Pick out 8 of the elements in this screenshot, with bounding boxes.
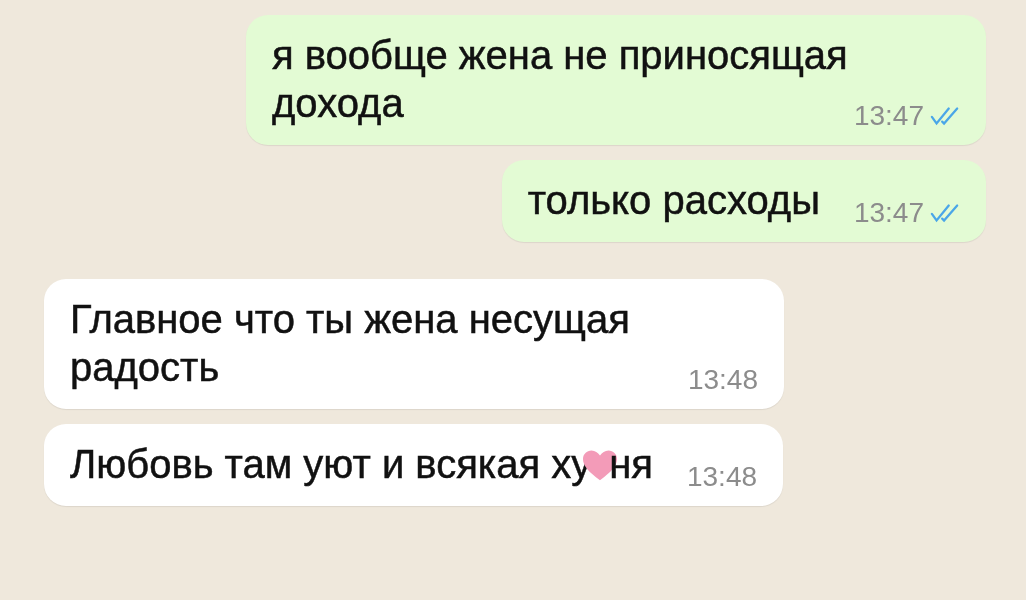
message-text: я вообще жена не приносящая дохода <box>272 33 848 125</box>
message-time: 13:47 <box>853 101 924 131</box>
message-text: ня <box>609 442 653 486</box>
message-time: 13:47 <box>853 198 924 228</box>
message-text: только расходы <box>527 178 820 222</box>
message-time: 13:48 <box>687 365 758 395</box>
message-time: 13:48 <box>686 462 758 492</box>
message-text: Главное что ты жена несущая радость <box>70 297 630 389</box>
